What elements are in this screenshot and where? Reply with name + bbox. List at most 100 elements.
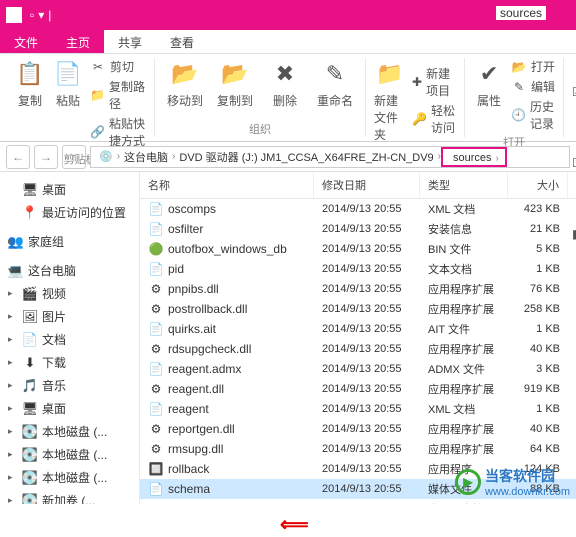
file-row[interactable]: 📄reagent.admx2014/9/13 20:55ADMX 文件3 KB (140, 359, 576, 379)
file-date: 2014/9/13 20:55 (314, 481, 420, 497)
watermark-logo-icon: ▶ (455, 469, 481, 495)
file-date: 2014/9/13 20:55 (314, 241, 420, 257)
nav-thispc[interactable]: ▾💻这台电脑 (4, 259, 135, 282)
history-button[interactable]: 🕘历史记录 (511, 98, 555, 132)
tab-file[interactable]: 文件 (0, 30, 52, 53)
file-row[interactable]: ⚙rmsupg.dll2014/9/13 20:55应用程序扩展64 KB (140, 439, 576, 459)
file-row[interactable]: ⚙pnpibs.dll2014/9/13 20:55应用程序扩展76 KB (140, 279, 576, 299)
file-size: 5 KB (508, 241, 568, 257)
nav-music[interactable]: ▸🎵音乐 (4, 374, 135, 397)
crumb-drive[interactable]: DVD 驱动器 (J:) JM1_CCSA_X64FRE_ZH-CN_DV9 (175, 149, 437, 165)
crumb-icon[interactable]: 💿 (95, 150, 117, 163)
nav-disk-c[interactable]: ▸💽本地磁盘 (... (4, 420, 135, 443)
newitem-button[interactable]: ✚新建项目 (412, 65, 456, 99)
chevron-right-icon: ▸ (8, 472, 13, 483)
properties-button[interactable]: ✔属性 (473, 58, 505, 132)
file-date: 2014/9/13 20:55 (314, 441, 420, 457)
breadcrumb[interactable]: 💿› 这台电脑› DVD 驱动器 (J:) JM1_CCSA_X64FRE_ZH… (90, 146, 570, 168)
col-type[interactable]: 类型 (420, 172, 508, 198)
back-button[interactable]: ← (6, 145, 30, 169)
paste-button[interactable]: 📄粘贴 (52, 58, 84, 149)
file-date: 2014/9/13 20:55 (314, 221, 420, 237)
file-size: 1 KB (508, 401, 568, 417)
nav-videos[interactable]: ▸🎬视频 (4, 282, 135, 305)
tab-view[interactable]: 查看 (156, 30, 208, 53)
col-size[interactable]: 大小 (508, 172, 568, 198)
file-date: 2014/9/13 20:55 (314, 341, 420, 357)
crumb-folder[interactable]: sources (449, 152, 496, 164)
crumb-pc[interactable]: 这台电脑 (120, 149, 172, 165)
file-name: pid (168, 262, 184, 276)
easyaccess-button[interactable]: 🔑轻松访问 (412, 102, 456, 136)
group-new: 📁新建文件夹 ✚新建项目 🔑轻松访问 新建 (366, 58, 465, 137)
nav-documents[interactable]: ▸📄文档 (4, 328, 135, 351)
quick-access-toolbar: ▫ ▾ | (6, 7, 51, 23)
disk-icon: 💽 (22, 470, 38, 486)
folder-icon (6, 7, 22, 23)
nav-newvol[interactable]: ▸💽新加卷 (... (4, 489, 135, 504)
nav-disk-d[interactable]: ▸💽本地磁盘 (... (4, 443, 135, 466)
delete-button[interactable]: ✖删除 (263, 58, 307, 119)
file-row[interactable]: ⚙rdsupgcheck.dll2014/9/13 20:55应用程序扩展40 … (140, 339, 576, 359)
file-date: 2014/9/13 20:55 (314, 301, 420, 317)
selectall-button[interactable]: ☑全部选择 (572, 58, 576, 126)
col-date[interactable]: 修改日期 (314, 172, 420, 198)
nav-downloads[interactable]: ▸⬇下载 (4, 351, 135, 374)
file-date: 2014/9/13 20:55 (314, 401, 420, 417)
nav-desktop2[interactable]: ▸🖥桌面 (4, 397, 135, 420)
forward-button[interactable]: → (34, 145, 58, 169)
copyto-icon: 📂 (219, 58, 251, 90)
newfolder-button[interactable]: 📁新建文件夹 (374, 58, 406, 143)
file-date: 2014/9/13 20:55 (314, 421, 420, 437)
file-name: outofbox_windows_db (168, 242, 287, 256)
title-bar: ▫ ▾ | sources (0, 0, 576, 30)
file-name: reagent (168, 402, 209, 416)
nav-desktop[interactable]: 🖥桌面 (4, 178, 135, 201)
file-row[interactable]: 📄quirks.ait2014/9/13 20:55AIT 文件1 KB (140, 319, 576, 339)
edit-button[interactable]: ✎编辑 (511, 78, 555, 95)
tab-home[interactable]: 主页 (52, 30, 104, 53)
file-row[interactable]: 📄oscomps2014/9/13 20:55XML 文档423 KB (140, 199, 576, 219)
back-icon: ← (12, 150, 24, 164)
tab-share[interactable]: 共享 (104, 30, 156, 53)
delete-icon: ✖ (269, 58, 301, 90)
copypath-button[interactable]: 📁复制路径 (90, 78, 146, 112)
qat-item[interactable]: ▫ (30, 8, 34, 22)
col-name[interactable]: 名称 (140, 172, 314, 198)
moveto-icon: 📂 (169, 58, 201, 90)
annotation-arrow-icon: ⟸ (280, 512, 309, 537)
copyto-button[interactable]: 📂复制到 (213, 58, 257, 119)
cut-button[interactable]: ✂剪切 (90, 58, 146, 75)
paste-icon: 📄 (52, 58, 84, 90)
copy-icon: 📋 (14, 58, 46, 90)
pastelink-button[interactable]: 🔗粘贴快捷方式 (90, 115, 146, 149)
nav-homegroup[interactable]: ▸👥家庭组 (4, 230, 135, 253)
file-row[interactable]: 📄reagent2014/9/13 20:55XML 文档1 KB (140, 399, 576, 419)
chevron-right-icon: ▸ (8, 334, 13, 345)
nav-pictures[interactable]: ▸🖼图片 (4, 305, 135, 328)
qat-dropdown-icon[interactable]: ▾ (38, 8, 44, 22)
file-row[interactable]: 📄osfilter2014/9/13 20:55安装信息21 KB (140, 219, 576, 239)
file-row[interactable]: 📄pid2014/9/13 20:55文本文档1 KB (140, 259, 576, 279)
file-icon: 📄 (148, 361, 164, 377)
file-row[interactable]: ⚙postrollback.dll2014/9/13 20:55应用程序扩展25… (140, 299, 576, 319)
file-row[interactable]: ⚙sdbapiu.dll2014/9/13 20:55应用程序扩展135 KB (140, 499, 576, 504)
path-icon: 📁 (90, 87, 105, 103)
file-icon: ⚙ (148, 341, 164, 357)
rename-button[interactable]: ✎重命名 (313, 58, 357, 119)
column-headers: 名称 修改日期 类型 大小 (140, 172, 576, 199)
nav-recent[interactable]: 📍最近访问的位置 (4, 201, 135, 224)
chevron-right-icon: ▸ (8, 380, 13, 391)
file-row[interactable]: 🟢outofbox_windows_db2014/9/13 20:55BIN 文… (140, 239, 576, 259)
file-date: 2014/9/13 20:55 (314, 201, 420, 217)
open-button[interactable]: 📂打开 (511, 58, 555, 75)
copy-button[interactable]: 📋复制 (14, 58, 46, 149)
file-row[interactable]: ⚙reportgen.dll2014/9/13 20:55应用程序扩展40 KB (140, 419, 576, 439)
moveto-button[interactable]: 📂移动到 (163, 58, 207, 119)
file-row[interactable]: ⚙reagent.dll2014/9/13 20:55应用程序扩展919 KB (140, 379, 576, 399)
up-button[interactable]: ↑ (62, 145, 86, 169)
nav-disk-e[interactable]: ▸💽本地磁盘 (... (4, 466, 135, 489)
disk-icon: 💽 (22, 424, 38, 440)
file-list[interactable]: 名称 修改日期 类型 大小 📄oscomps2014/9/13 20:55XML… (140, 172, 576, 504)
navigation-pane[interactable]: 🖥桌面 📍最近访问的位置 ▸👥家庭组 ▾💻这台电脑 ▸🎬视频 ▸🖼图片 ▸📄文档… (0, 172, 140, 504)
